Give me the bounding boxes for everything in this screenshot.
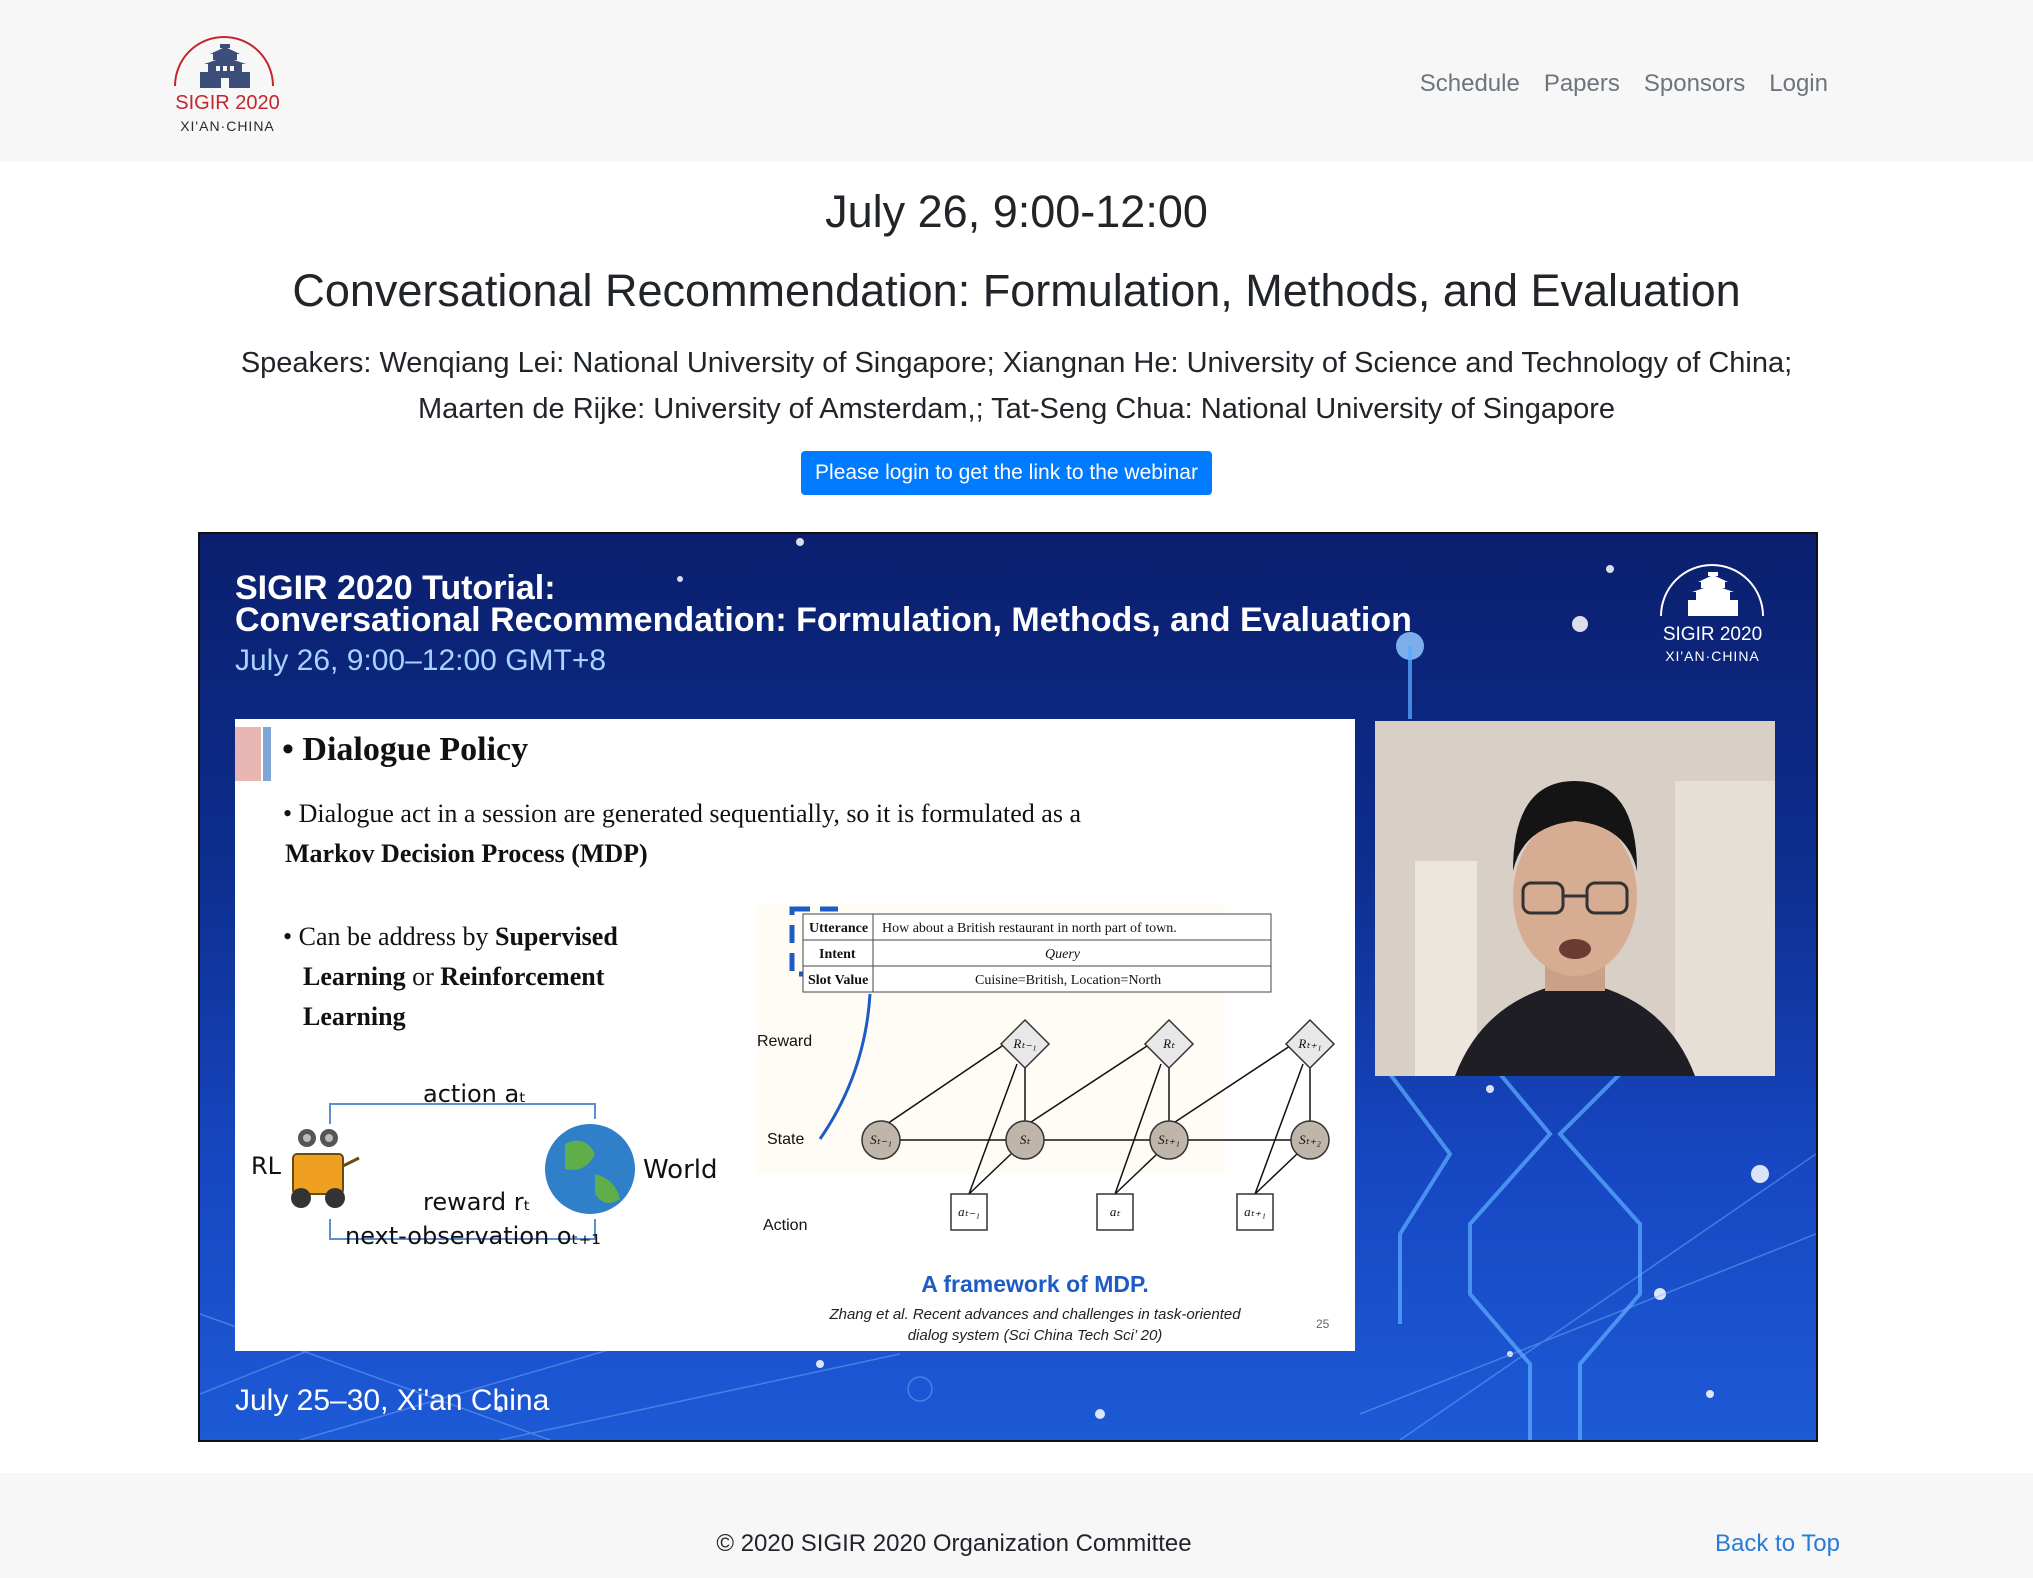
table-key-slot: Slot Value: [808, 973, 868, 988]
slide-page-number: 25: [1316, 1317, 1330, 1331]
table-val-utterance: How about a British restaurant in north …: [882, 921, 1177, 936]
session-title: Conversational Recommendation: Formulati…: [292, 265, 1741, 316]
sigir-logo[interactable]: SIGIR 2020 XI'AN·CHINA: [170, 30, 285, 142]
bullet2-text: • Can be address by: [283, 922, 495, 951]
bullet2-or: or: [405, 962, 441, 991]
slide-heading: • Dialogue Policy: [282, 731, 529, 768]
mdp-reward-node-3: Rₜ₊₁: [1297, 1036, 1321, 1051]
mdp-action-node-3: aₜ₊₁: [1244, 1204, 1266, 1219]
slide-accent-bar: [235, 727, 261, 781]
speaker-person-icon: [1375, 721, 1775, 1076]
video-title-line-2: Conversational Recommendation: Formulati…: [235, 601, 1412, 639]
video-sigir-logo: SIGIR 2020 XI'AN·CHINA: [1655, 564, 1770, 674]
back-to-top-link[interactable]: Back to Top: [1715, 1530, 1840, 1558]
slide-bullet-mdp-text: • Dialogue act in a session are generate…: [283, 799, 1081, 828]
login-webinar-button[interactable]: Please login to get the link to the webi…: [801, 451, 1212, 495]
rl-loop-diagram: action aₜ reward rₜ next-observation oₜ₊…: [251, 1080, 718, 1250]
presentation-slide: • Dialogue Policy • Dialogue act in a se…: [235, 719, 1355, 1351]
mdp-reward-label: Reward: [757, 1033, 812, 1050]
mdp-state-node-4: Sₜ₊₂: [1299, 1132, 1321, 1147]
logo-text-sigir: SIGIR 2020: [175, 92, 280, 114]
speakers-line-1: Speakers: Wenqiang Lei: National Univers…: [240, 347, 1793, 379]
citation-line-2: dialog system (Sci China Tech Sci’ 20): [907, 1327, 1163, 1344]
nav-papers[interactable]: Papers: [1544, 70, 1620, 98]
temple-icon: [200, 44, 250, 88]
logo-text-city: XI'AN·CHINA: [180, 118, 275, 134]
mdp-citation: Zhang et al. Recent advances and challen…: [775, 1304, 1295, 1346]
slide-accent-bar-blue: [263, 727, 271, 781]
mdp-reward-node-1: Rₜ₋₁: [1012, 1036, 1036, 1051]
mdp-state-node-3: Sₜ₊₁: [1158, 1132, 1180, 1147]
navbar: SIGIR 2020 XI'AN·CHINA Schedule Papers S…: [0, 0, 2033, 162]
video-date: July 26, 9:00–12:00 GMT+8: [235, 644, 607, 677]
robot-icon: [291, 1129, 360, 1208]
mdp-state-node-2: Sₜ: [1020, 1132, 1032, 1147]
table-key-intent: Intent: [819, 947, 856, 962]
video-player[interactable]: SIGIR 2020 Tutorial: Conversational Reco…: [198, 532, 1818, 1442]
video-temple-icon: [1688, 572, 1738, 616]
mdp-reward-node-2: Rₜ: [1162, 1036, 1176, 1051]
nav-schedule[interactable]: Schedule: [1420, 70, 1520, 98]
mdp-caption: A framework of MDP.: [921, 1271, 1149, 1297]
slide-bullet-learning: • Can be address by Supervised Learning …: [283, 917, 683, 1037]
speaker-webcam: [1375, 721, 1775, 1076]
nav-menu: Schedule Papers Sponsors Login: [1396, 70, 1828, 98]
mdp-action-label: Action: [763, 1217, 807, 1234]
video-logo-city: XI'AN·CHINA: [1665, 648, 1760, 664]
table-val-intent: Query: [1045, 947, 1081, 962]
slide-bullet-mdp-bold: Markov Decision Process (MDP): [285, 839, 648, 868]
table-key-utterance: Utterance: [809, 921, 868, 936]
rl-reward-label: reward rₜ: [423, 1188, 531, 1216]
slide-bullet-mdp: • Dialogue act in a session are generate…: [283, 794, 1183, 874]
mdp-state-label: State: [767, 1131, 804, 1148]
rl-observation-label: next-observation oₜ₊₁: [345, 1222, 601, 1250]
rl-action-label: action aₜ: [423, 1080, 526, 1108]
rl-label: RL: [251, 1152, 282, 1180]
speakers-line-2: Maarten de Rijke: University of Amsterda…: [417, 393, 1616, 425]
session-date: July 26, 9:00-12:00: [825, 186, 1208, 237]
video-footer-dates: July 25–30, Xi'an China: [235, 1384, 550, 1417]
nav-sponsors[interactable]: Sponsors: [1644, 70, 1745, 98]
mdp-action-node-2: aₜ: [1110, 1204, 1122, 1219]
mdp-state-node-1: Sₜ₋₁: [870, 1132, 892, 1147]
bullet2-learning-2: Learning: [303, 1002, 406, 1031]
footer: [0, 1473, 2033, 1578]
copyright-text: © 2020 SIGIR 2020 Organization Committee: [716, 1530, 1192, 1557]
mdp-action-node-1: aₜ₋₁: [958, 1204, 980, 1219]
video-logo-text: SIGIR 2020: [1662, 624, 1763, 645]
world-label: World: [643, 1155, 718, 1185]
citation-line-1: Zhang et al. Recent advances and challen…: [829, 1306, 1241, 1323]
globe-icon: [545, 1124, 635, 1214]
session-speakers: Speakers: Wenqiang Lei: National Univers…: [180, 340, 1853, 432]
nav-login[interactable]: Login: [1769, 70, 1828, 98]
table-val-slot: Cuisine=British, Location=North: [975, 973, 1161, 988]
bullet2-supervised: Supervised: [495, 922, 618, 951]
bullet2-reinforcement: Reinforcement: [440, 962, 605, 991]
bullet2-learning: Learning: [303, 962, 406, 991]
